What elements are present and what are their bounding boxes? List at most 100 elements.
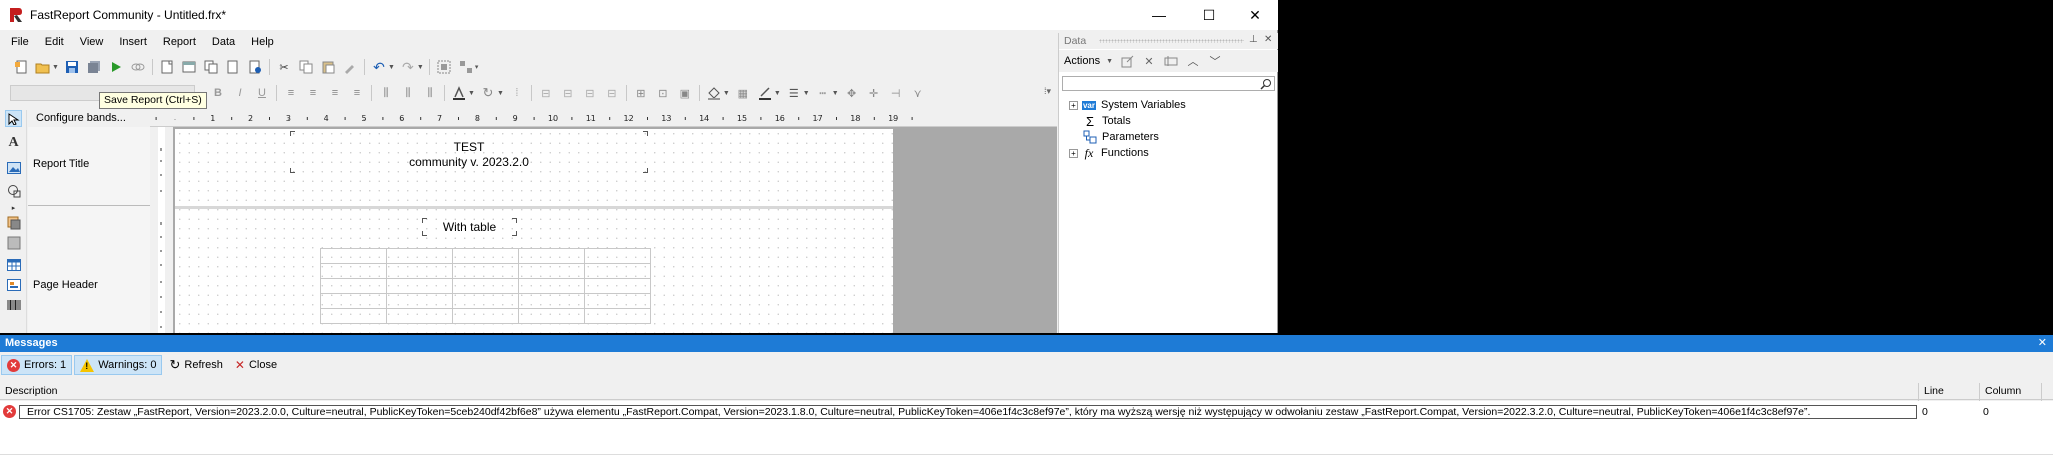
menu-data[interactable]: Data: [204, 33, 243, 51]
move-icon[interactable]: ✥: [844, 85, 860, 101]
edit-data-icon[interactable]: [1119, 53, 1135, 69]
close-button[interactable]: ✕ Close: [230, 355, 282, 375]
refresh-button[interactable]: ↻ Refresh: [164, 355, 227, 375]
expand-icon[interactable]: +: [1069, 100, 1078, 110]
menu-edit[interactable]: Edit: [37, 33, 72, 51]
group-icon[interactable]: [436, 59, 452, 75]
chevron-down-icon[interactable]: ▼: [417, 64, 424, 71]
bold-icon[interactable]: B: [210, 85, 226, 101]
close-icon[interactable]: ✕: [1264, 34, 1272, 45]
search-icon[interactable]: [1260, 78, 1272, 90]
cut-icon[interactable]: ✂: [276, 59, 292, 75]
delete-icon[interactable]: ✕: [1141, 53, 1157, 69]
border-all-icon[interactable]: ⊞: [633, 85, 649, 101]
panel-grip[interactable]: [1099, 39, 1244, 43]
subreport-object-icon[interactable]: [5, 214, 22, 231]
report-page[interactable]: TEST community v. 2023.2.0 With table: [175, 129, 893, 333]
table-object[interactable]: [320, 248, 651, 324]
new-dialog-icon[interactable]: [181, 59, 197, 75]
chevron-down-icon[interactable]: ▼: [803, 90, 810, 97]
table-cell[interactable]: [584, 308, 651, 324]
column-column[interactable]: Column: [1985, 385, 2021, 397]
column-line[interactable]: Line: [1924, 385, 1944, 397]
table-cell[interactable]: [320, 293, 387, 309]
tree-parameters[interactable]: Parameters: [1082, 129, 1159, 145]
align-middle-icon[interactable]: ⫼: [400, 85, 416, 101]
expand-icon[interactable]: +: [1069, 148, 1078, 158]
matrix-object-icon[interactable]: [5, 276, 22, 293]
band-report-title[interactable]: Report Title: [28, 127, 150, 206]
table-cell[interactable]: [584, 278, 651, 294]
table-object-icon[interactable]: [5, 256, 22, 273]
align-rights-icon[interactable]: ⊟: [582, 85, 598, 101]
table-cell[interactable]: [386, 248, 453, 264]
chevron-down-icon[interactable]: ﹀: [1207, 53, 1223, 69]
size-icon[interactable]: ✛: [866, 85, 882, 101]
errors-filter-button[interactable]: ✕ Errors: 1: [1, 355, 73, 375]
underline-icon[interactable]: U: [254, 85, 270, 101]
table-cell[interactable]: [452, 263, 519, 279]
chevron-up-icon[interactable]: ︿: [1185, 53, 1201, 69]
save-report-icon[interactable]: [64, 59, 80, 75]
table-cell[interactable]: [518, 278, 585, 294]
tree-totals[interactable]: Σ Totals: [1082, 113, 1131, 129]
table-cell[interactable]: [584, 248, 651, 264]
new-page-icon[interactable]: [159, 59, 175, 75]
page-header-text-object[interactable]: With table: [422, 218, 517, 236]
align-center-icon[interactable]: ≡: [305, 85, 321, 101]
highlight-icon[interactable]: ⁞: [509, 85, 525, 101]
container-object-icon[interactable]: [5, 234, 22, 251]
align-tops-icon[interactable]: ⊟: [604, 85, 620, 101]
table-cell[interactable]: [386, 263, 453, 279]
menu-file[interactable]: File: [0, 33, 37, 51]
table-cell[interactable]: [320, 248, 387, 264]
barcode-object-icon[interactable]: [5, 296, 22, 313]
border-frame-icon[interactable]: ▣: [677, 85, 693, 101]
preview-play-icon[interactable]: [108, 59, 124, 75]
toolbar-overflow-icon[interactable]: ⁞▾: [1044, 86, 1051, 97]
table-cell[interactable]: [518, 248, 585, 264]
text-object-icon[interactable]: A: [5, 134, 22, 151]
chevron-down-icon[interactable]: ▼: [497, 90, 504, 97]
menu-insert[interactable]: Insert: [111, 33, 155, 51]
pin-icon[interactable]: ⊥: [1249, 34, 1258, 45]
column-description[interactable]: Description: [5, 385, 58, 397]
band-page-header[interactable]: Page Header: [28, 207, 150, 333]
justify-icon[interactable]: ≡: [349, 85, 365, 101]
table-cell[interactable]: [320, 278, 387, 294]
line-style-icon[interactable]: ┅: [815, 85, 831, 101]
delete-page-icon[interactable]: [225, 59, 241, 75]
table-cell[interactable]: [518, 308, 585, 324]
table-cell[interactable]: [386, 308, 453, 324]
open-report-icon[interactable]: [35, 59, 51, 75]
table-cell[interactable]: [518, 263, 585, 279]
fill-pattern-icon[interactable]: ▦: [735, 85, 751, 101]
menu-report[interactable]: Report: [155, 33, 204, 51]
ungroup-icon[interactable]: [458, 59, 474, 75]
menu-view[interactable]: View: [72, 33, 112, 51]
chevron-down-icon[interactable]: ▼: [832, 90, 839, 97]
paste-icon[interactable]: [320, 59, 336, 75]
align-top-icon[interactable]: ⫼: [378, 85, 394, 101]
chevron-down-icon[interactable]: ▼: [388, 64, 395, 71]
menu-help[interactable]: Help: [243, 33, 282, 51]
new-report-icon[interactable]: [13, 59, 29, 75]
table-cell[interactable]: [584, 293, 651, 309]
warnings-filter-button[interactable]: ! Warnings: 0: [74, 355, 163, 375]
table-cell[interactable]: [518, 293, 585, 309]
minimize-button[interactable]: —: [1136, 0, 1182, 30]
toolbar-overflow-icon[interactable]: ▾: [475, 63, 479, 71]
rotate-text-icon[interactable]: ↻: [480, 85, 496, 101]
picture-object-icon[interactable]: [5, 159, 22, 176]
line-color-icon[interactable]: [757, 85, 773, 101]
align-centers-icon[interactable]: ⊟: [560, 85, 576, 101]
table-cell[interactable]: [320, 308, 387, 324]
chevron-down-icon[interactable]: ▼: [1106, 58, 1113, 65]
redo-icon[interactable]: ↷: [400, 59, 416, 75]
align-left-icon[interactable]: ≡: [283, 85, 299, 101]
align-bottom-icon[interactable]: ⫼: [422, 85, 438, 101]
data-search-input[interactable]: [1062, 76, 1275, 91]
save-all-icon[interactable]: [86, 59, 102, 75]
style-icon[interactable]: ⋎: [910, 85, 926, 101]
rename-icon[interactable]: [1163, 53, 1179, 69]
